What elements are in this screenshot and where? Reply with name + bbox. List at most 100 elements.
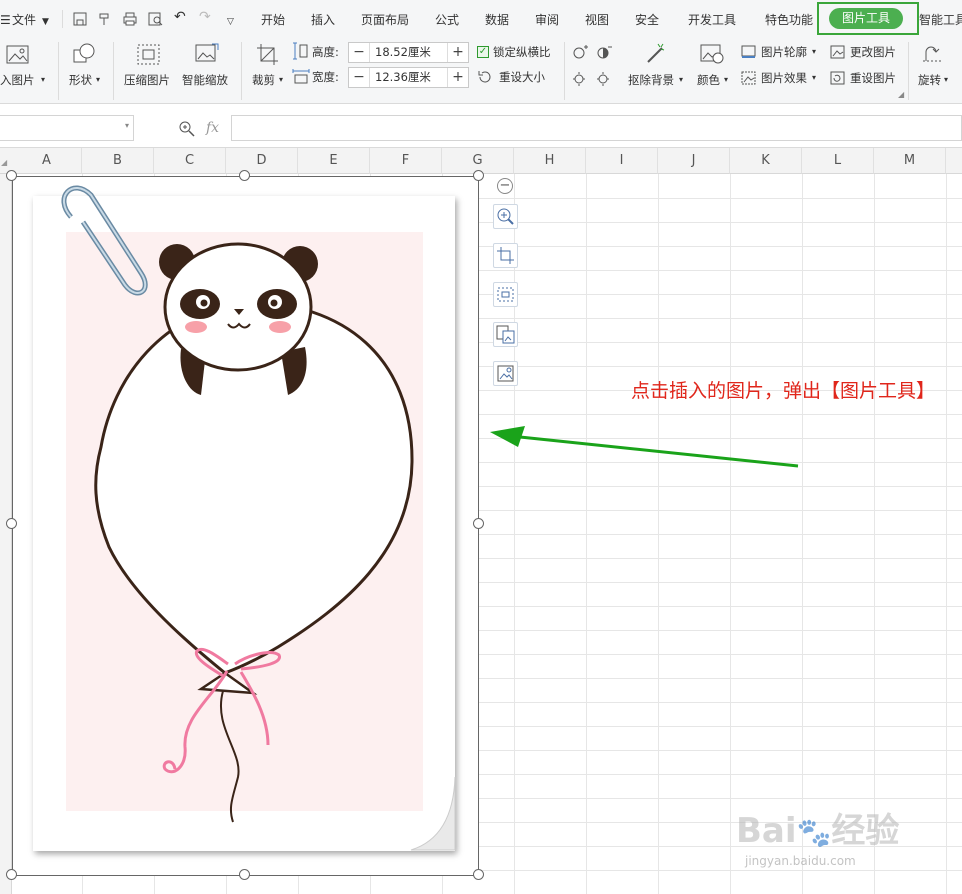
picture-outline-icon[interactable]	[741, 45, 756, 59]
chevron-down-icon[interactable]: ▾	[944, 73, 948, 87]
tab-page-layout[interactable]: 页面布局	[361, 13, 409, 27]
picture-to-text-button[interactable]	[493, 322, 518, 347]
smart-zoom-icon[interactable]	[194, 42, 220, 66]
shape-icon[interactable]	[72, 42, 98, 66]
rotate-button[interactable]: 旋转	[918, 73, 941, 87]
resize-handle-bottom-right[interactable]	[473, 869, 484, 880]
resize-handle-left[interactable]	[6, 518, 17, 529]
chevron-down-icon[interactable]: ▾	[279, 73, 283, 87]
chevron-down-icon[interactable]: ▾	[125, 121, 129, 130]
quick-access-chevron-icon[interactable]: ▽	[227, 15, 234, 29]
width-decrease-button[interactable]: −	[349, 68, 369, 87]
width-spinner[interactable]: − 12.36厘米 +	[348, 67, 469, 88]
chevron-down-icon[interactable]: ▾	[724, 73, 728, 87]
zoom-picture-button[interactable]	[493, 204, 518, 229]
dialog-launcher-icon[interactable]: ◢	[898, 88, 904, 102]
inserted-picture[interactable]	[12, 176, 479, 876]
column-header-h[interactable]: H	[514, 148, 586, 174]
column-header-a[interactable]: A	[12, 148, 82, 174]
print-icon[interactable]	[122, 12, 138, 26]
zoom-icon[interactable]	[178, 120, 196, 138]
column-header-f[interactable]: F	[370, 148, 442, 174]
column-header-b[interactable]: B	[82, 148, 154, 174]
resize-handle-top-left[interactable]	[6, 170, 17, 181]
lock-aspect-label[interactable]: 锁定纵横比	[493, 45, 551, 59]
column-header-d[interactable]: D	[226, 148, 298, 174]
width-input[interactable]: 12.36厘米	[369, 68, 448, 87]
compress-picture-icon[interactable]	[137, 44, 161, 66]
shape-button[interactable]: 形状	[69, 73, 92, 87]
save-icon[interactable]	[73, 12, 87, 26]
brightness-decrease-icon[interactable]	[572, 70, 588, 86]
column-header-k[interactable]: K	[730, 148, 802, 174]
reset-size-button[interactable]: 重设大小	[499, 70, 545, 84]
tab-security[interactable]: 安全	[635, 13, 659, 27]
tab-view[interactable]: 视图	[585, 13, 609, 27]
undo-icon[interactable]: ↶	[174, 10, 186, 24]
remove-background-icon[interactable]	[644, 42, 668, 66]
tab-special-features[interactable]: 特色功能	[765, 13, 813, 27]
crop-button[interactable]: 裁剪	[252, 73, 275, 87]
rotate-icon[interactable]	[922, 43, 944, 65]
crop-icon[interactable]	[256, 43, 280, 67]
resize-handle-bottom-left[interactable]	[6, 869, 17, 880]
smart-zoom-button[interactable]: 智能缩放	[182, 73, 228, 87]
collapse-toolbar-icon[interactable]: −	[497, 178, 513, 194]
column-header-e[interactable]: E	[298, 148, 370, 174]
name-box[interactable]	[0, 115, 134, 141]
reset-size-icon[interactable]	[478, 70, 492, 84]
column-header-n[interactable]	[946, 148, 962, 174]
tab-data[interactable]: 数据	[485, 13, 509, 27]
format-painter-icon[interactable]	[97, 12, 111, 26]
column-header-m[interactable]: M	[874, 148, 946, 174]
tab-developer[interactable]: 开发工具	[688, 13, 736, 27]
insert-picture-button[interactable]: 入图片	[0, 73, 35, 87]
tab-insert[interactable]: 插入	[311, 13, 335, 27]
chevron-down-icon[interactable]: ▾	[679, 73, 683, 87]
replace-picture-button[interactable]	[493, 361, 518, 386]
fx-icon[interactable]: fx	[206, 120, 219, 136]
brightness-increase-icon[interactable]	[572, 44, 588, 60]
color-icon[interactable]	[700, 43, 724, 65]
lock-aspect-checkbox[interactable]: ✓	[477, 46, 489, 58]
reset-picture-icon[interactable]	[830, 71, 845, 85]
tab-picture-tools[interactable]: 图片工具	[829, 8, 903, 29]
reset-picture-button[interactable]: 重设图片	[850, 71, 896, 85]
change-picture-icon[interactable]	[830, 45, 845, 59]
height-decrease-button[interactable]: −	[349, 43, 369, 62]
hamburger-icon[interactable]: ☰	[0, 13, 11, 27]
print-preview-icon[interactable]	[148, 12, 164, 26]
width-increase-button[interactable]: +	[448, 68, 468, 87]
tab-formulas[interactable]: 公式	[435, 13, 459, 27]
tab-home[interactable]: 开始	[261, 13, 285, 27]
resize-handle-right[interactable]	[473, 518, 484, 529]
tab-smart-tools[interactable]: 智能工具	[919, 13, 962, 27]
height-input[interactable]: 18.52厘米	[369, 43, 448, 62]
chevron-down-icon[interactable]: ▾	[41, 73, 45, 87]
crop-picture-button[interactable]	[493, 243, 518, 268]
picture-outline-button[interactable]: 图片轮廓	[761, 45, 807, 59]
column-header-i[interactable]: I	[586, 148, 658, 174]
picture-effects-icon[interactable]	[741, 71, 756, 85]
change-picture-button[interactable]: 更改图片	[850, 45, 896, 59]
remove-background-button[interactable]: 抠除背景	[628, 73, 674, 87]
height-spinner[interactable]: − 18.52厘米 +	[348, 42, 469, 63]
column-header-j[interactable]: J	[658, 148, 730, 174]
color-button[interactable]: 颜色	[697, 73, 720, 87]
smart-crop-button[interactable]	[493, 282, 518, 307]
formula-input[interactable]	[231, 115, 962, 141]
tab-review[interactable]: 审阅	[535, 13, 559, 27]
chevron-down-icon[interactable]: ▼	[42, 15, 49, 29]
row-header[interactable]	[0, 174, 12, 894]
column-header-l[interactable]: L	[802, 148, 874, 174]
height-increase-button[interactable]: +	[448, 43, 468, 62]
chevron-down-icon[interactable]: ▾	[812, 71, 816, 85]
picture-effects-button[interactable]: 图片效果	[761, 71, 807, 85]
redo-icon[interactable]: ↷	[199, 10, 211, 24]
chevron-down-icon[interactable]: ▾	[812, 45, 816, 59]
resize-handle-top[interactable]	[239, 170, 250, 181]
column-header-c[interactable]: C	[154, 148, 226, 174]
contrast-decrease-icon[interactable]	[596, 70, 612, 86]
chevron-down-icon[interactable]: ▾	[96, 73, 100, 87]
insert-picture-icon[interactable]	[6, 44, 30, 66]
